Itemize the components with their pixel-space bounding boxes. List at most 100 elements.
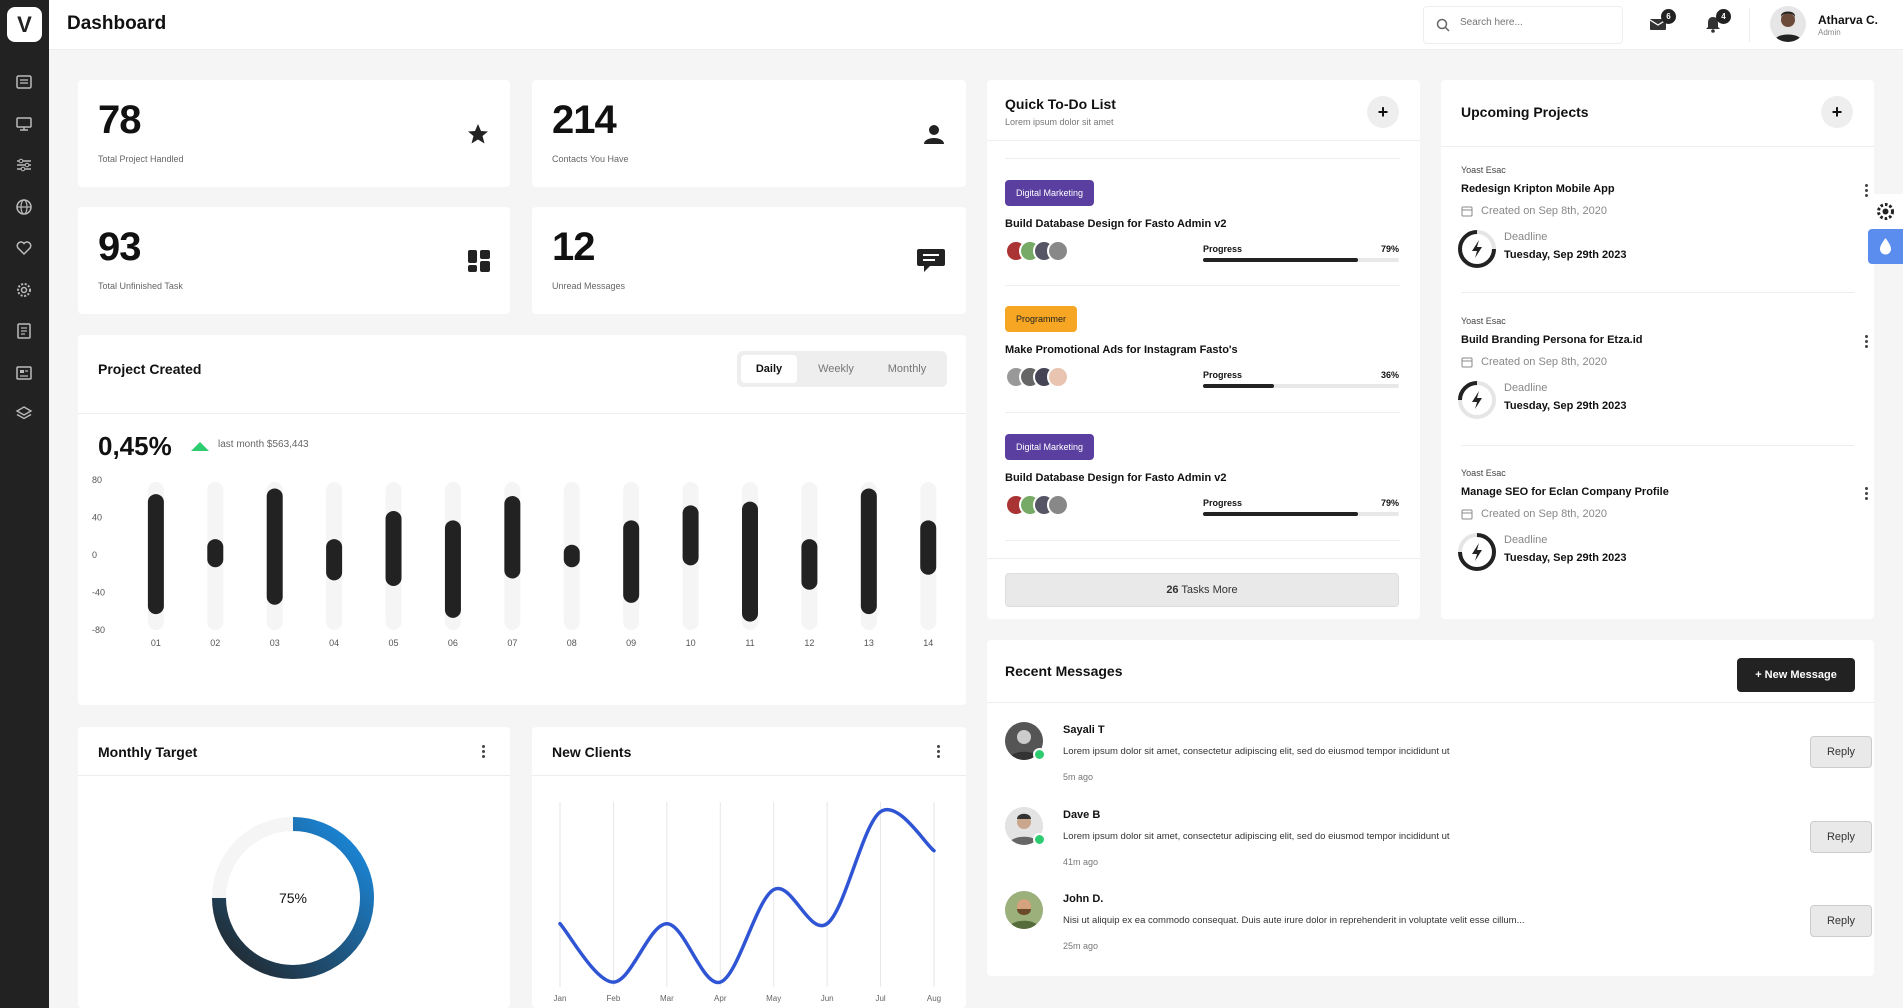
tab-weekly[interactable]: Weekly [805, 355, 867, 383]
message-time: 41m ago [1063, 857, 1099, 867]
reply-button[interactable]: Reply [1810, 736, 1872, 768]
stat-label: Total Project Handled [98, 154, 184, 164]
user-avatar-image [1774, 11, 1802, 42]
x-tick-label: Feb [607, 994, 621, 1003]
divider [78, 775, 510, 776]
sliders-icon[interactable] [14, 155, 34, 175]
stat-label: Total Unfinished Task [98, 281, 183, 291]
project-created: Created on Sep 8th, 2020 [1481, 508, 1607, 520]
calendar-icon [1461, 357, 1473, 368]
add-project-button[interactable]: + [1821, 96, 1853, 128]
x-tick-label: 07 [507, 638, 517, 648]
card-title: Quick To-Do List [1005, 96, 1116, 112]
message-text: Nisi ut aliquip ex ea commodo consequat.… [1063, 915, 1525, 926]
progress-fill [1203, 258, 1358, 262]
avatar[interactable] [1770, 6, 1806, 42]
stat-value: 214 [552, 98, 617, 142]
project-created: Created on Sep 8th, 2020 [1481, 356, 1607, 368]
article-icon[interactable] [14, 363, 34, 383]
progress-bar [1203, 258, 1399, 262]
monitor-icon[interactable] [14, 114, 34, 134]
progress-bar [1203, 384, 1399, 388]
user-name[interactable]: Atharva C. [1818, 13, 1878, 27]
x-tick-label: 06 [448, 638, 458, 648]
project-company: Yoast Esac [1461, 316, 1506, 326]
x-tick-label: Jun [821, 994, 834, 1003]
assignee-avatars [1005, 240, 1085, 262]
x-tick-label: Apr [714, 994, 727, 1003]
x-tick-label: Jan [554, 994, 567, 1003]
progress-value: 79% [1380, 244, 1399, 254]
project-bar-chart: 80 40 0 -40 -80 01 02 03 04 05 06 07 08 09 10 11 12 13 14 [92, 475, 937, 648]
y-tick-label: 0 [92, 550, 97, 560]
avatar [1047, 240, 1069, 262]
tab-monthly[interactable]: Monthly [871, 355, 943, 383]
reply-button[interactable]: Reply [1810, 821, 1872, 853]
project-title: Redesign Kripton Mobile App [1461, 183, 1615, 195]
more-options-icon[interactable] [478, 744, 488, 760]
bar [207, 539, 224, 568]
recent-messages-card: Recent Messages + New Message Sayali T L… [987, 640, 1874, 976]
notification-button[interactable]: 4 [1703, 9, 1731, 34]
color-theme-button[interactable] [1868, 229, 1903, 264]
stat-value: 93 [98, 225, 141, 269]
more-options-icon[interactable] [1861, 486, 1871, 502]
progress-label: Progress [1203, 498, 1243, 508]
news-icon[interactable] [14, 72, 34, 92]
add-todo-button[interactable]: + [1367, 96, 1399, 128]
user-icon [924, 125, 944, 144]
gear-icon [1877, 203, 1894, 220]
globe-icon[interactable] [14, 197, 34, 217]
new-message-button[interactable]: + New Message [1737, 658, 1855, 692]
bar [504, 495, 521, 579]
divider [987, 140, 1420, 141]
bar [266, 488, 283, 605]
y-tick-label: -40 [92, 588, 105, 598]
card-subtitle: Lorem ipsum dolor sit amet [1005, 117, 1114, 127]
heart-icon[interactable] [14, 238, 34, 258]
theme-settings-button[interactable] [1868, 194, 1903, 229]
tab-daily[interactable]: Daily [741, 355, 797, 383]
upcoming-projects-card: Upcoming Projects + Yoast Esac Redesign … [1441, 80, 1874, 619]
message-item[interactable]: Sayali T Lorem ipsum dolor sit amet, con… [1005, 722, 1872, 792]
deadline-date: Tuesday, Sep 29th 2023 [1504, 400, 1627, 412]
search-box[interactable] [1423, 6, 1623, 44]
message-time: 25m ago [1063, 941, 1099, 951]
stat-card-projects: 78 Total Project Handled [78, 80, 510, 187]
message-sender: Dave B [1063, 809, 1101, 821]
bar [801, 539, 818, 590]
project-created-card: Project Created Daily Weekly Monthly 0,4… [78, 335, 966, 705]
book-icon[interactable] [14, 321, 34, 341]
new-clients-card: New Clients Jan Feb Mar Apr May Jun Jul Aug [532, 727, 966, 1008]
notification-badge: 4 [1716, 9, 1731, 24]
more-tasks-button[interactable]: 26 Tasks More [1005, 573, 1399, 607]
progress-fill [1203, 512, 1358, 516]
settings-icon[interactable] [14, 280, 34, 300]
divider [987, 702, 1874, 703]
card-title: Upcoming Projects [1461, 104, 1589, 120]
message-sender: John D. [1063, 893, 1104, 905]
app-logo[interactable]: V [7, 7, 42, 42]
stat-label: Unread Messages [552, 281, 626, 291]
divider [1005, 412, 1400, 413]
more-options-icon[interactable] [933, 744, 943, 760]
monthly-target-card: Monthly Target 75% [78, 727, 510, 1008]
project-item[interactable]: Yoast Esac Manage SEO for Eclan Company … [1458, 468, 1868, 620]
todo-title: Build Database Design for Fasto Admin v2 [1005, 218, 1227, 230]
avatar [1047, 366, 1069, 388]
more-options-icon[interactable] [1861, 334, 1871, 350]
progress-fill [1203, 384, 1274, 388]
message-time: 5m ago [1063, 772, 1094, 782]
series-line [558, 807, 936, 984]
y-tick-label: -80 [92, 625, 105, 635]
x-tick-label: Mar [660, 994, 674, 1003]
message-item[interactable]: Dave B Lorem ipsum dolor sit amet, conse… [1005, 807, 1872, 877]
project-item[interactable]: Yoast Esac Redesign Kripton Mobile App C… [1458, 165, 1868, 317]
divider [1005, 285, 1400, 286]
page-title: Dashboard [67, 13, 167, 34]
message-item[interactable]: John D. Nisi ut aliquip ex ea commodo co… [1005, 891, 1872, 961]
mail-button[interactable]: 6 [1648, 9, 1676, 34]
reply-button[interactable]: Reply [1810, 905, 1872, 937]
layers-icon[interactable] [14, 404, 34, 424]
search-input[interactable] [1460, 17, 1610, 28]
